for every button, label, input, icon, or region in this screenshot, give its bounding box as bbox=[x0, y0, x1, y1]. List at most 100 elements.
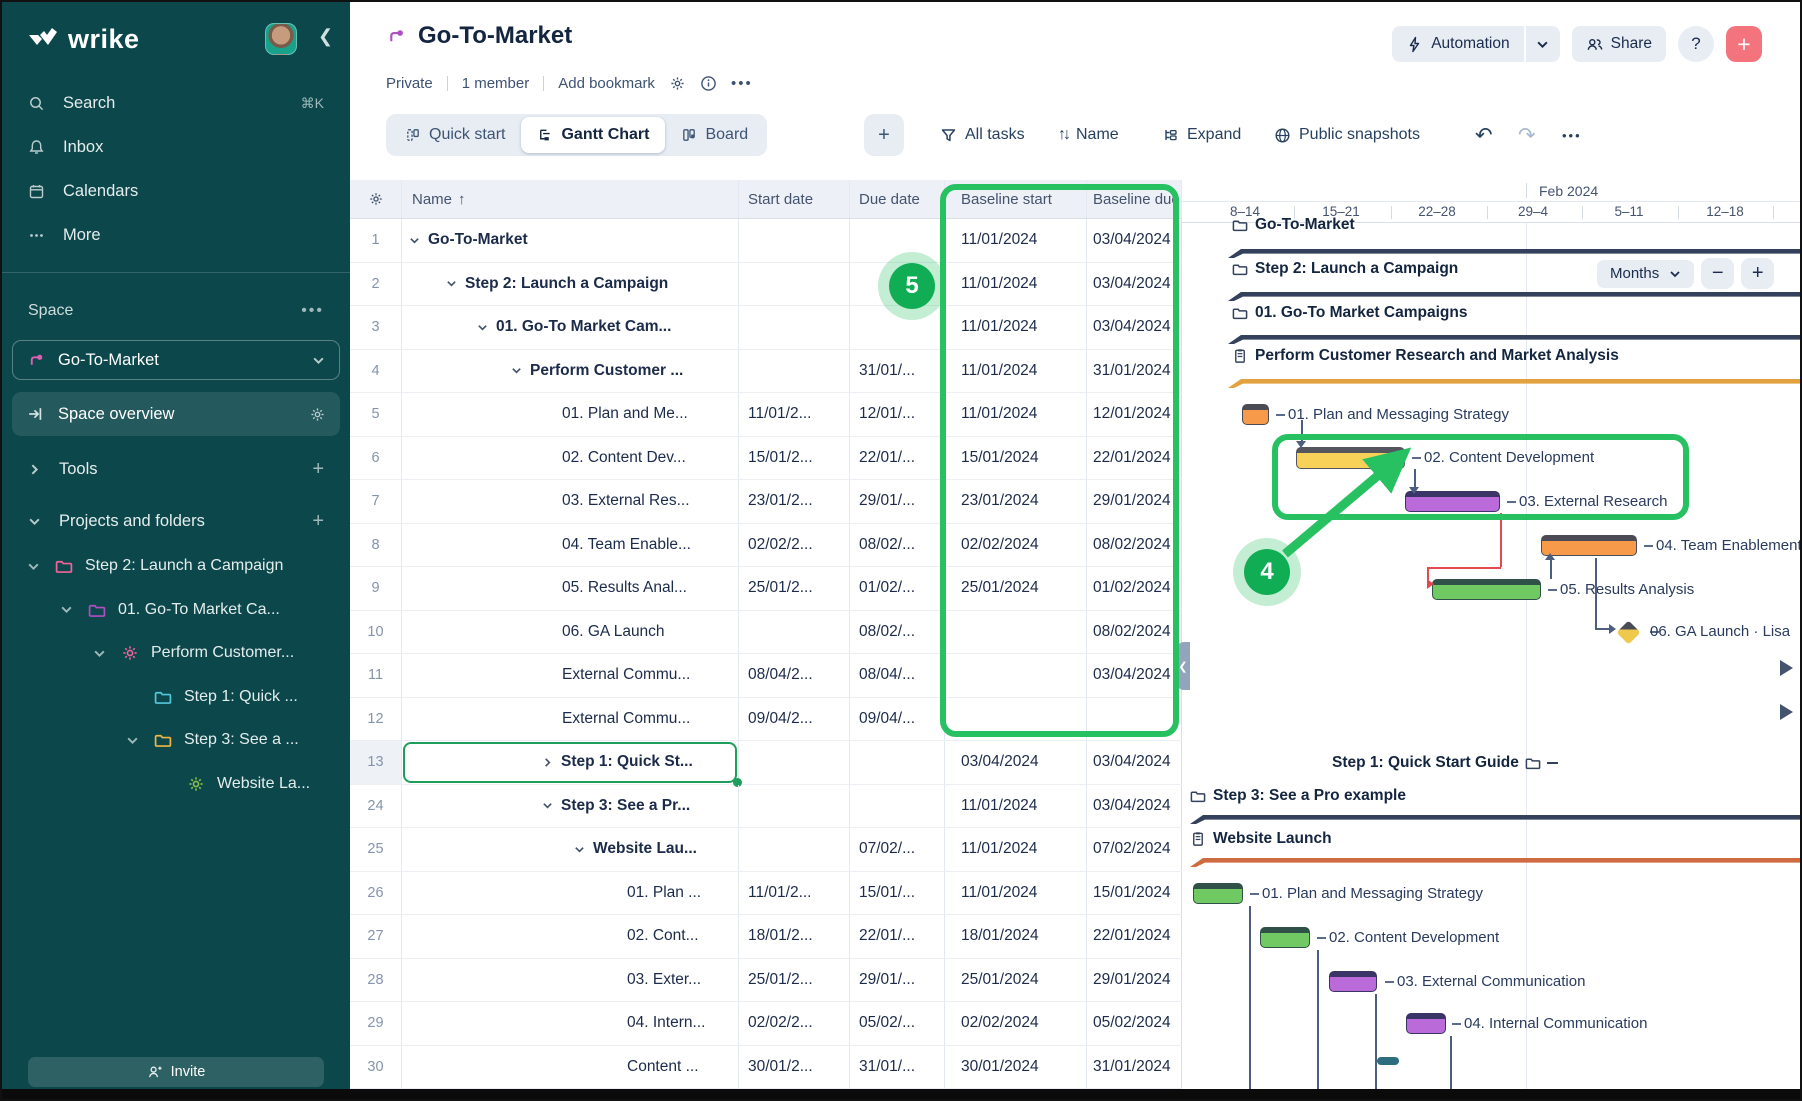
task-name-cell[interactable]: 03. Exter... bbox=[402, 959, 739, 1002]
due-date-cell[interactable] bbox=[850, 741, 945, 784]
baseline-start-cell[interactable]: 11/01/2024 bbox=[945, 828, 1087, 871]
tab-quick-start[interactable]: Quick start bbox=[389, 117, 521, 153]
baseline-start-cell[interactable]: 02/02/2024 bbox=[945, 524, 1087, 567]
due-date-cell[interactable]: 31/01/... bbox=[850, 350, 945, 393]
task-name-cell[interactable]: 02. Content Dev... bbox=[402, 437, 739, 480]
baseline-start-cell[interactable]: 03/04/2024 bbox=[945, 741, 1087, 784]
start-date-cell[interactable] bbox=[739, 263, 850, 306]
sidebar-item-inbox[interactable]: Inbox bbox=[2, 128, 350, 166]
start-date-cell[interactable] bbox=[739, 611, 850, 654]
gantt-bar-label[interactable]: 05. Results Analysis bbox=[1548, 581, 1694, 598]
baseline-start-cell[interactable]: 11/01/2024 bbox=[945, 393, 1087, 436]
gear-icon[interactable] bbox=[669, 75, 686, 92]
gantt-bar-label[interactable]: 01. Plan and Messaging Strategy bbox=[1276, 406, 1509, 423]
gantt-task-bar[interactable] bbox=[1432, 579, 1541, 600]
help-button[interactable]: ? bbox=[1678, 26, 1714, 62]
gantt-bar-label[interactable]: 04. Team Enablement bbox=[1644, 537, 1802, 554]
table-row[interactable]: 24 Step 3: See a Pr... 11/01/2024 03/04/… bbox=[350, 785, 1182, 829]
task-name-cell[interactable]: 06. GA Launch bbox=[402, 611, 739, 654]
start-date-cell[interactable] bbox=[739, 219, 850, 262]
baseline-due-cell[interactable]: 03/04/2024 bbox=[1087, 306, 1182, 349]
tab-gantt-chart[interactable]: Gantt Chart bbox=[521, 117, 665, 153]
gantt-step1-label[interactable]: Step 1: Quick Start Guide bbox=[1332, 754, 1558, 772]
share-button[interactable]: Share bbox=[1572, 26, 1666, 62]
table-row[interactable]: 9 05. Results Anal... 25/01/2... 01/02/.… bbox=[350, 567, 1182, 611]
sidebar-item-search[interactable]: Search ⌘K bbox=[2, 84, 350, 122]
gantt-summary-bar[interactable] bbox=[1228, 249, 1802, 258]
gantt-summary-bar[interactable] bbox=[1190, 858, 1802, 867]
table-row[interactable]: 5 01. Plan and Me... 11/01/2... 12/01/..… bbox=[350, 393, 1182, 437]
task-name-cell[interactable]: Go-To-Market bbox=[402, 219, 739, 262]
expand-button[interactable]: Expand bbox=[1162, 114, 1241, 156]
baseline-due-cell[interactable]: 08/02/2024 bbox=[1087, 611, 1182, 654]
column-header-start-date[interactable]: Start date bbox=[739, 180, 850, 218]
gantt-task-bar[interactable] bbox=[1242, 404, 1269, 425]
start-date-cell[interactable]: 15/01/2... bbox=[739, 437, 850, 480]
due-date-cell[interactable] bbox=[850, 306, 945, 349]
column-header-due-date[interactable]: Due date bbox=[850, 180, 945, 218]
gantt-milestone-label[interactable]: 06. GA Launch · Lisa bbox=[1650, 623, 1790, 640]
start-date-cell[interactable]: 25/01/2... bbox=[739, 959, 850, 1002]
task-name-cell[interactable]: 02. Cont... bbox=[402, 915, 739, 958]
gantt-summary-label[interactable]: Website Launch bbox=[1190, 830, 1332, 848]
table-row[interactable]: 2 Step 2: Launch a Campaign 11/01/2024 0… bbox=[350, 263, 1182, 307]
due-date-cell[interactable] bbox=[850, 219, 945, 262]
table-row[interactable]: 6 02. Content Dev... 15/01/2... 22/01/..… bbox=[350, 437, 1182, 481]
wrike-logo[interactable]: wrike bbox=[28, 24, 140, 55]
table-row[interactable]: 12 External Commu... 09/04/2... 09/04/..… bbox=[350, 698, 1182, 742]
task-name-cell[interactable]: 04. Intern... bbox=[402, 1002, 739, 1045]
baseline-start-cell[interactable]: 11/01/2024 bbox=[945, 219, 1087, 262]
table-row[interactable]: 10 06. GA Launch 08/02/... 08/02/2024 bbox=[350, 611, 1182, 655]
table-row[interactable]: 30 Content ... 30/01/2... 31/01/... 30/0… bbox=[350, 1046, 1182, 1090]
sidebar-tree-item[interactable]: Step 1: Quick ... bbox=[2, 677, 350, 717]
due-date-cell[interactable] bbox=[850, 785, 945, 828]
panel-splitter[interactable]: ❮ bbox=[1176, 642, 1190, 690]
start-date-cell[interactable]: 08/04/2... bbox=[739, 654, 850, 697]
sidebar-tree-item[interactable]: Step 2: Launch a Campaign bbox=[2, 546, 350, 586]
baseline-due-cell[interactable] bbox=[1087, 698, 1182, 741]
header-meta-item[interactable]: 1 member bbox=[462, 75, 530, 92]
sidebar-tree-item[interactable]: Perform Customer... bbox=[2, 633, 350, 673]
gantt-milestone-diamond[interactable] bbox=[1616, 620, 1640, 644]
offscreen-task-arrow-icon[interactable] bbox=[1780, 704, 1793, 720]
baseline-due-cell[interactable]: 07/02/2024 bbox=[1087, 828, 1182, 871]
meta-more-icon[interactable]: ••• bbox=[731, 75, 753, 92]
due-date-cell[interactable]: 08/02/... bbox=[850, 524, 945, 567]
baseline-start-cell[interactable]: 11/01/2024 bbox=[945, 350, 1087, 393]
zoom-out-button[interactable]: − bbox=[1701, 258, 1734, 289]
table-row[interactable]: 28 03. Exter... 25/01/2... 29/01/... 25/… bbox=[350, 959, 1182, 1003]
baseline-start-cell[interactable]: 11/01/2024 bbox=[945, 306, 1087, 349]
gantt-bar-label[interactable]: 02. Content Development bbox=[1317, 929, 1499, 946]
gantt-task-bar[interactable] bbox=[1260, 927, 1310, 948]
sidebar-item-tools[interactable]: Tools + bbox=[2, 450, 350, 488]
gantt-task-bar[interactable] bbox=[1296, 447, 1405, 469]
start-date-cell[interactable]: 30/01/2... bbox=[739, 1046, 850, 1089]
task-name-cell[interactable]: Step 2: Launch a Campaign bbox=[402, 263, 739, 306]
due-date-cell[interactable]: 29/01/... bbox=[850, 480, 945, 523]
table-row[interactable]: 7 03. External Res... 23/01/2... 29/01/.… bbox=[350, 480, 1182, 524]
baseline-start-cell[interactable]: 11/01/2024 bbox=[945, 785, 1087, 828]
gantt-task-bar[interactable] bbox=[1541, 535, 1637, 556]
header-meta-item[interactable]: Add bookmark bbox=[558, 75, 655, 92]
add-tool-icon[interactable]: + bbox=[312, 458, 324, 481]
gantt-bar-label[interactable]: 03. External Research bbox=[1507, 493, 1667, 510]
invite-button[interactable]: Invite bbox=[28, 1057, 324, 1087]
avatar[interactable] bbox=[265, 23, 297, 55]
gear-icon[interactable] bbox=[309, 406, 326, 423]
gantt-bar-label[interactable]: 04. Internal Communication bbox=[1452, 1015, 1647, 1032]
sidebar-item-space-overview[interactable]: Space overview bbox=[12, 392, 340, 436]
baseline-due-cell[interactable]: 31/01/2024 bbox=[1087, 1046, 1182, 1089]
column-header-baseline-start[interactable]: Baseline start bbox=[945, 180, 1087, 218]
baseline-due-cell[interactable]: 01/02/2024 bbox=[1087, 567, 1182, 610]
table-row[interactable]: 11 External Commu... 08/04/2... 08/04/..… bbox=[350, 654, 1182, 698]
start-date-cell[interactable]: 25/01/2... bbox=[739, 567, 850, 610]
gantt-bar-label[interactable]: 02. Content Development bbox=[1412, 449, 1594, 466]
start-date-cell[interactable]: 02/02/2... bbox=[739, 1002, 850, 1045]
gantt-summary-label[interactable]: Step 2: Launch a Campaign bbox=[1232, 260, 1458, 278]
automation-button[interactable]: Automation bbox=[1392, 26, 1559, 62]
sidebar-item-calendars[interactable]: Calendars bbox=[2, 172, 350, 210]
redo-button[interactable]: ↷ bbox=[1518, 114, 1536, 156]
start-date-cell[interactable] bbox=[739, 785, 850, 828]
baseline-start-cell[interactable]: 15/01/2024 bbox=[945, 437, 1087, 480]
table-row[interactable]: 1 Go-To-Market 11/01/2024 03/04/2024 bbox=[350, 219, 1182, 263]
